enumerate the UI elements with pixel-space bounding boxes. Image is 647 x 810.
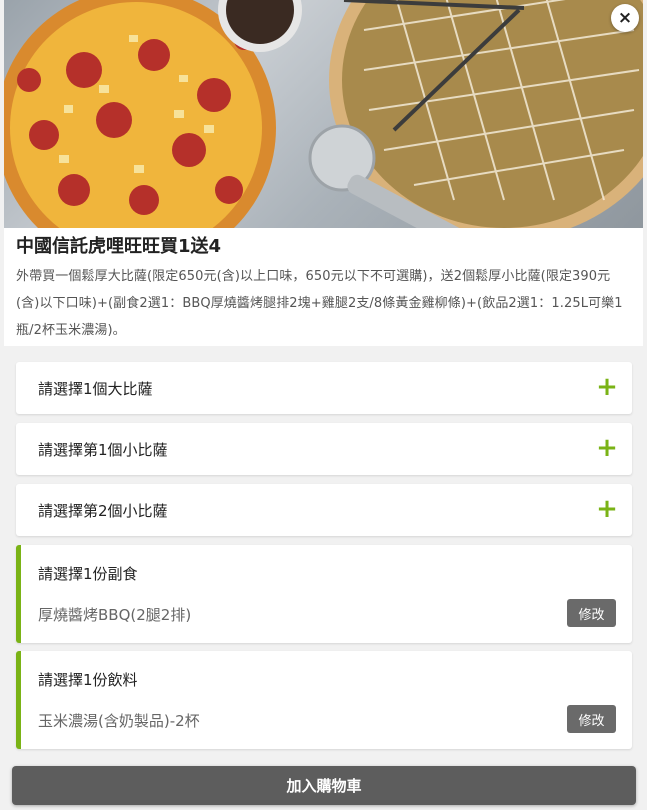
pizza-photo xyxy=(4,0,643,228)
product-title: 中國信託虎哩旺旺買1送4 xyxy=(16,236,222,257)
product-description: 外帶買一個鬆厚大比薩(限定650元(含)以上口味，650元以下不可選購)，送2個… xyxy=(16,269,623,338)
product-image xyxy=(4,0,643,228)
plus-icon[interactable]: + xyxy=(596,495,618,523)
add-to-cart-button[interactable]: 加入購物車 xyxy=(12,766,636,805)
selection-value: 玉米濃湯(含奶製品)-2杯 xyxy=(38,712,200,730)
option-label: 請選擇第2個小比薩 xyxy=(38,502,168,520)
selection-drink: 請選擇1份飲料 玉米濃湯(含奶製品)-2杯 修改 xyxy=(16,651,632,749)
edit-button[interactable]: 修改 xyxy=(567,599,616,627)
plus-icon[interactable]: + xyxy=(596,434,618,462)
selection-label: 請選擇1份飲料 xyxy=(38,671,138,689)
option-small-pizza-2[interactable]: 請選擇第2個小比薩 + xyxy=(16,484,632,536)
option-label: 請選擇1個大比薩 xyxy=(38,380,153,398)
option-large-pizza[interactable]: 請選擇1個大比薩 + xyxy=(16,362,632,414)
option-small-pizza-1[interactable]: 請選擇第1個小比薩 + xyxy=(16,423,632,475)
selection-label: 請選擇1份副食 xyxy=(38,565,138,583)
close-icon: × xyxy=(617,8,633,28)
close-button[interactable]: × xyxy=(611,4,639,32)
plus-icon[interactable]: + xyxy=(596,373,618,401)
selection-side-dish: 請選擇1份副食 厚燒醬烤BBQ(2腿2排) 修改 xyxy=(16,545,632,643)
product-info: 中國信託虎哩旺旺買1送4 外帶買一個鬆厚大比薩(限定650元(含)以上口味，65… xyxy=(4,228,643,346)
edit-button[interactable]: 修改 xyxy=(567,705,616,733)
selection-value: 厚燒醬烤BBQ(2腿2排) xyxy=(38,606,192,624)
option-label: 請選擇第1個小比薩 xyxy=(38,441,168,459)
